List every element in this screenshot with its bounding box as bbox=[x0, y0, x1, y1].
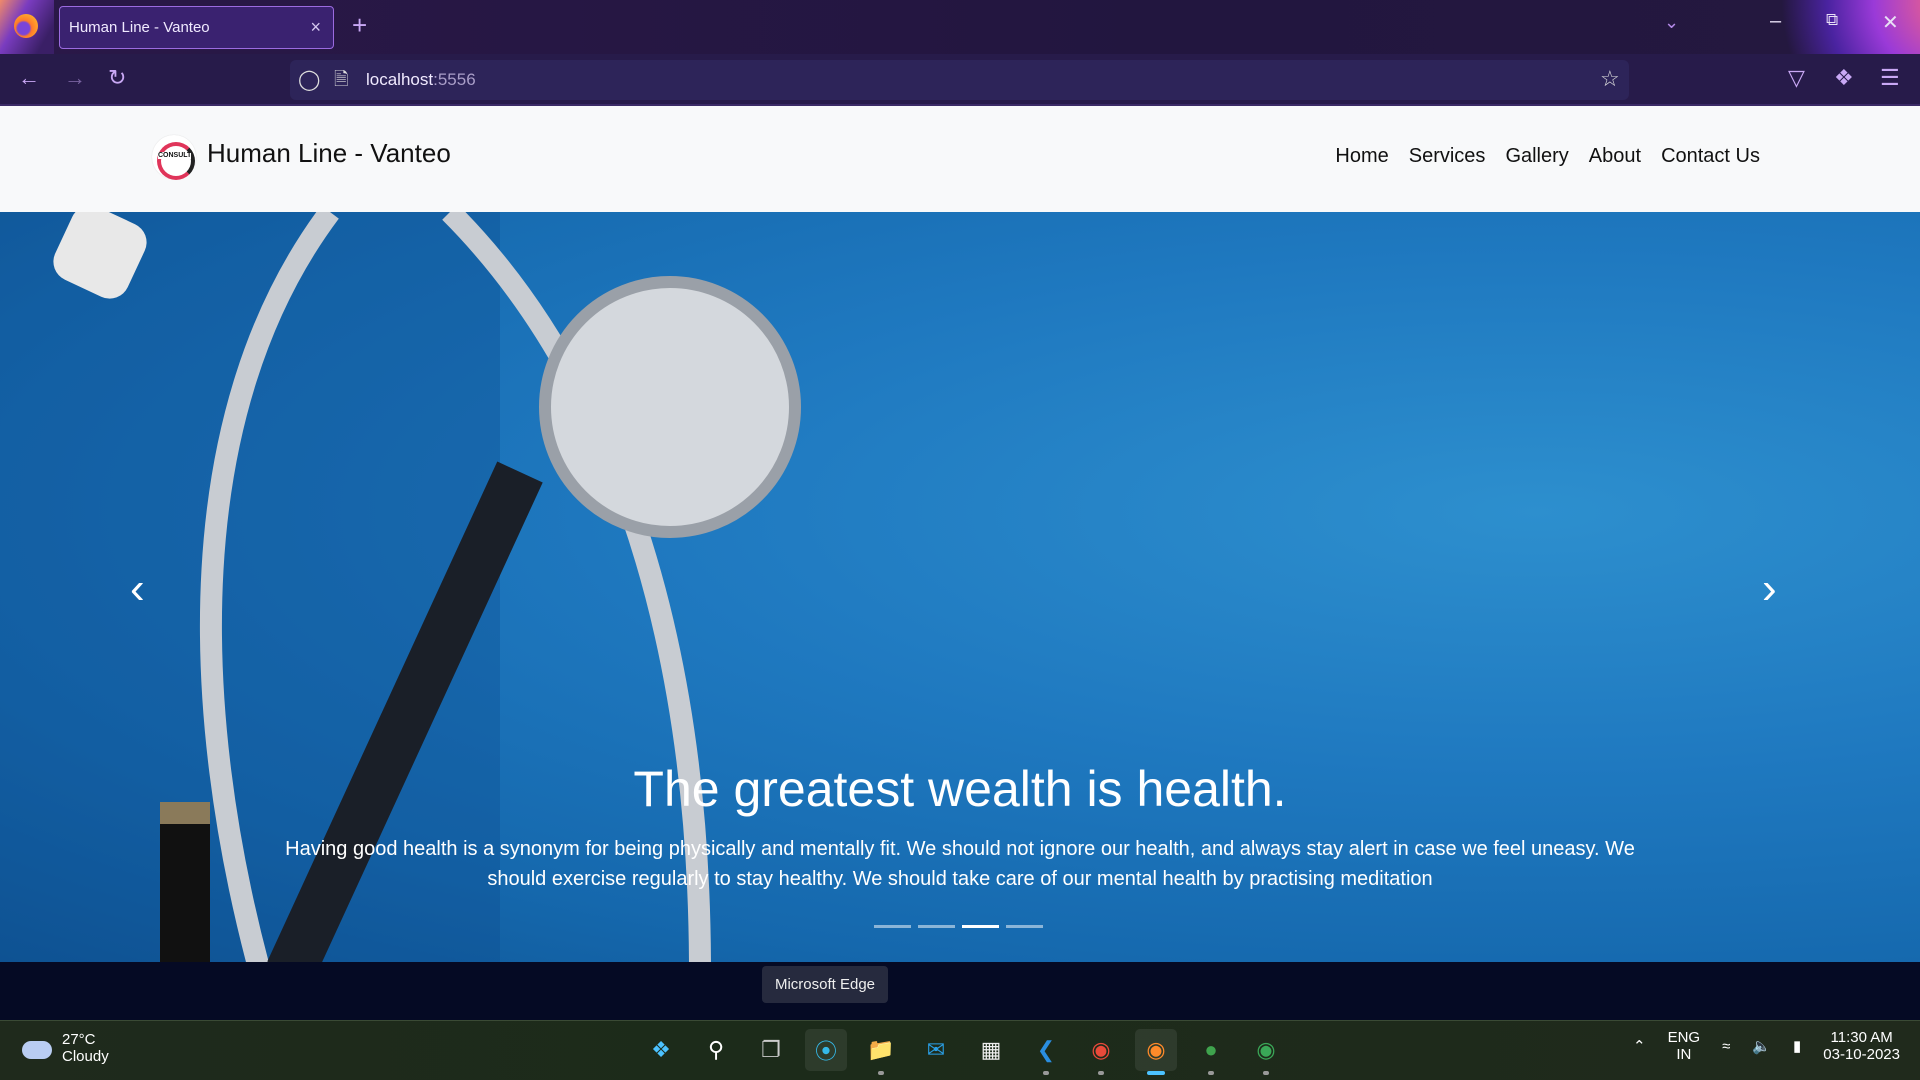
show-hidden-icons[interactable]: ⌃ bbox=[1633, 1037, 1646, 1055]
firefox-icon[interactable] bbox=[14, 14, 38, 38]
carousel-prev-icon[interactable]: ‹ bbox=[130, 564, 145, 614]
weather-temp: 27°C bbox=[62, 1031, 96, 1048]
shield-icon[interactable]: ◯ bbox=[298, 67, 320, 92]
chrome-profile-icon[interactable]: ◉ bbox=[1245, 1029, 1287, 1075]
store-icon[interactable]: ▦ bbox=[970, 1029, 1012, 1071]
nav-toolbar: ← → ↻ ◯ 🗎 localhost:5556 ☆ ▽ ❖ ☰ bbox=[0, 54, 1920, 106]
pocket-icon[interactable]: ▽ bbox=[1788, 65, 1805, 91]
task-view-icon[interactable]: ❐ bbox=[750, 1029, 792, 1071]
cloud-icon bbox=[22, 1041, 52, 1059]
nav-gallery[interactable]: Gallery bbox=[1505, 145, 1568, 168]
nav-about[interactable]: About bbox=[1589, 145, 1641, 168]
logo-text: CONSULT bbox=[158, 152, 192, 159]
carousel-indicators bbox=[874, 925, 1043, 928]
nav-contact-us[interactable]: Contact Us bbox=[1661, 145, 1760, 168]
url-host: localhost bbox=[366, 70, 434, 89]
lang-code: ENG bbox=[1667, 1029, 1701, 1046]
vscode-icon[interactable]: ❮ bbox=[1025, 1029, 1067, 1075]
chrome-icon[interactable]: ◉ bbox=[1080, 1029, 1122, 1075]
wifi-icon[interactable]: ≈ bbox=[1722, 1038, 1730, 1055]
time: 11:30 AM bbox=[1830, 1029, 1893, 1046]
carousel-indicator-4[interactable] bbox=[1006, 925, 1043, 928]
taskbar: 27°C Cloudy ❖ ⚲ ❐ ⦿ 📁 ✉ ▦ ❮ ◉ ◉ ● ◉ ⌃ ENG… bbox=[0, 1020, 1920, 1080]
carousel-indicator-3[interactable] bbox=[962, 925, 999, 928]
close-window-icon[interactable]: ✕ bbox=[1882, 10, 1899, 35]
minimize-icon[interactable]: – bbox=[1770, 10, 1781, 33]
list-tabs-chevron-icon[interactable]: ⌄ bbox=[1664, 12, 1679, 33]
tab-title: Human Line - Vanteo bbox=[69, 19, 210, 36]
back-icon[interactable]: ← bbox=[18, 65, 40, 91]
hero-text: Having good health is a synonym for bein… bbox=[285, 838, 1635, 890]
date: 03-10-2023 bbox=[1823, 1046, 1900, 1063]
forward-icon[interactable]: → bbox=[64, 65, 86, 91]
clock[interactable]: 11:30 AM 03-10-2023 bbox=[1823, 1029, 1900, 1063]
carousel-next-icon[interactable]: › bbox=[1762, 564, 1777, 614]
restore-icon[interactable]: ⧉ bbox=[1826, 10, 1838, 30]
brand-logo[interactable]: CONSULT bbox=[152, 135, 196, 180]
reload-icon[interactable]: ↻ bbox=[108, 65, 126, 91]
carousel-indicator-1[interactable] bbox=[874, 925, 911, 928]
menu-icon[interactable]: ☰ bbox=[1880, 65, 1900, 91]
hero-carousel: ‹ › The greatest wealth is health. Havin… bbox=[0, 212, 1920, 962]
start-icon[interactable]: ❖ bbox=[640, 1029, 682, 1071]
page-footer-area bbox=[0, 962, 1920, 1020]
page-icon: 🗎 bbox=[334, 69, 349, 89]
volume-icon[interactable]: 🔈 bbox=[1752, 1037, 1771, 1055]
new-tab-button[interactable]: + bbox=[352, 10, 367, 41]
weather-condition: Cloudy bbox=[62, 1048, 109, 1065]
firefox-taskbar-icon[interactable]: ◉ bbox=[1135, 1029, 1177, 1075]
extensions-icon[interactable]: ❖ bbox=[1834, 65, 1854, 91]
nav-home[interactable]: Home bbox=[1335, 145, 1388, 168]
carousel-indicator-2[interactable] bbox=[918, 925, 955, 928]
region-code: IN bbox=[1676, 1046, 1692, 1063]
brand-name[interactable]: Human Line - Vanteo bbox=[207, 138, 451, 169]
url-port: :5556 bbox=[433, 70, 476, 89]
edge-icon[interactable]: ⦿ bbox=[805, 1029, 847, 1071]
nav-services[interactable]: Services bbox=[1409, 145, 1486, 168]
weather-widget[interactable]: 27°C Cloudy bbox=[22, 1031, 109, 1065]
search-icon[interactable]: ⚲ bbox=[695, 1029, 737, 1071]
mail-icon[interactable]: ✉ bbox=[915, 1029, 957, 1071]
mongodb-compass-icon[interactable]: ● bbox=[1190, 1029, 1232, 1075]
close-tab-icon[interactable]: × bbox=[310, 7, 321, 48]
tab-bar: Human Line - Vanteo × + ⌄ – ⧉ ✕ bbox=[0, 0, 1920, 106]
file-explorer-icon[interactable]: 📁 bbox=[860, 1029, 902, 1075]
battery-icon[interactable]: ▮ bbox=[1793, 1037, 1801, 1055]
url-bar[interactable]: ◯ 🗎 localhost:5556 ☆ bbox=[290, 60, 1629, 100]
language-indicator[interactable]: ENG IN bbox=[1668, 1029, 1701, 1063]
hero-heading: The greatest wealth is health. bbox=[633, 761, 1287, 817]
taskbar-tooltip: Microsoft Edge bbox=[762, 966, 888, 1003]
site-nav: Home Services Gallery About Contact Us bbox=[1335, 145, 1760, 168]
browser-tab[interactable]: Human Line - Vanteo × bbox=[59, 6, 334, 49]
bookmark-star-icon[interactable]: ☆ bbox=[1600, 66, 1620, 92]
